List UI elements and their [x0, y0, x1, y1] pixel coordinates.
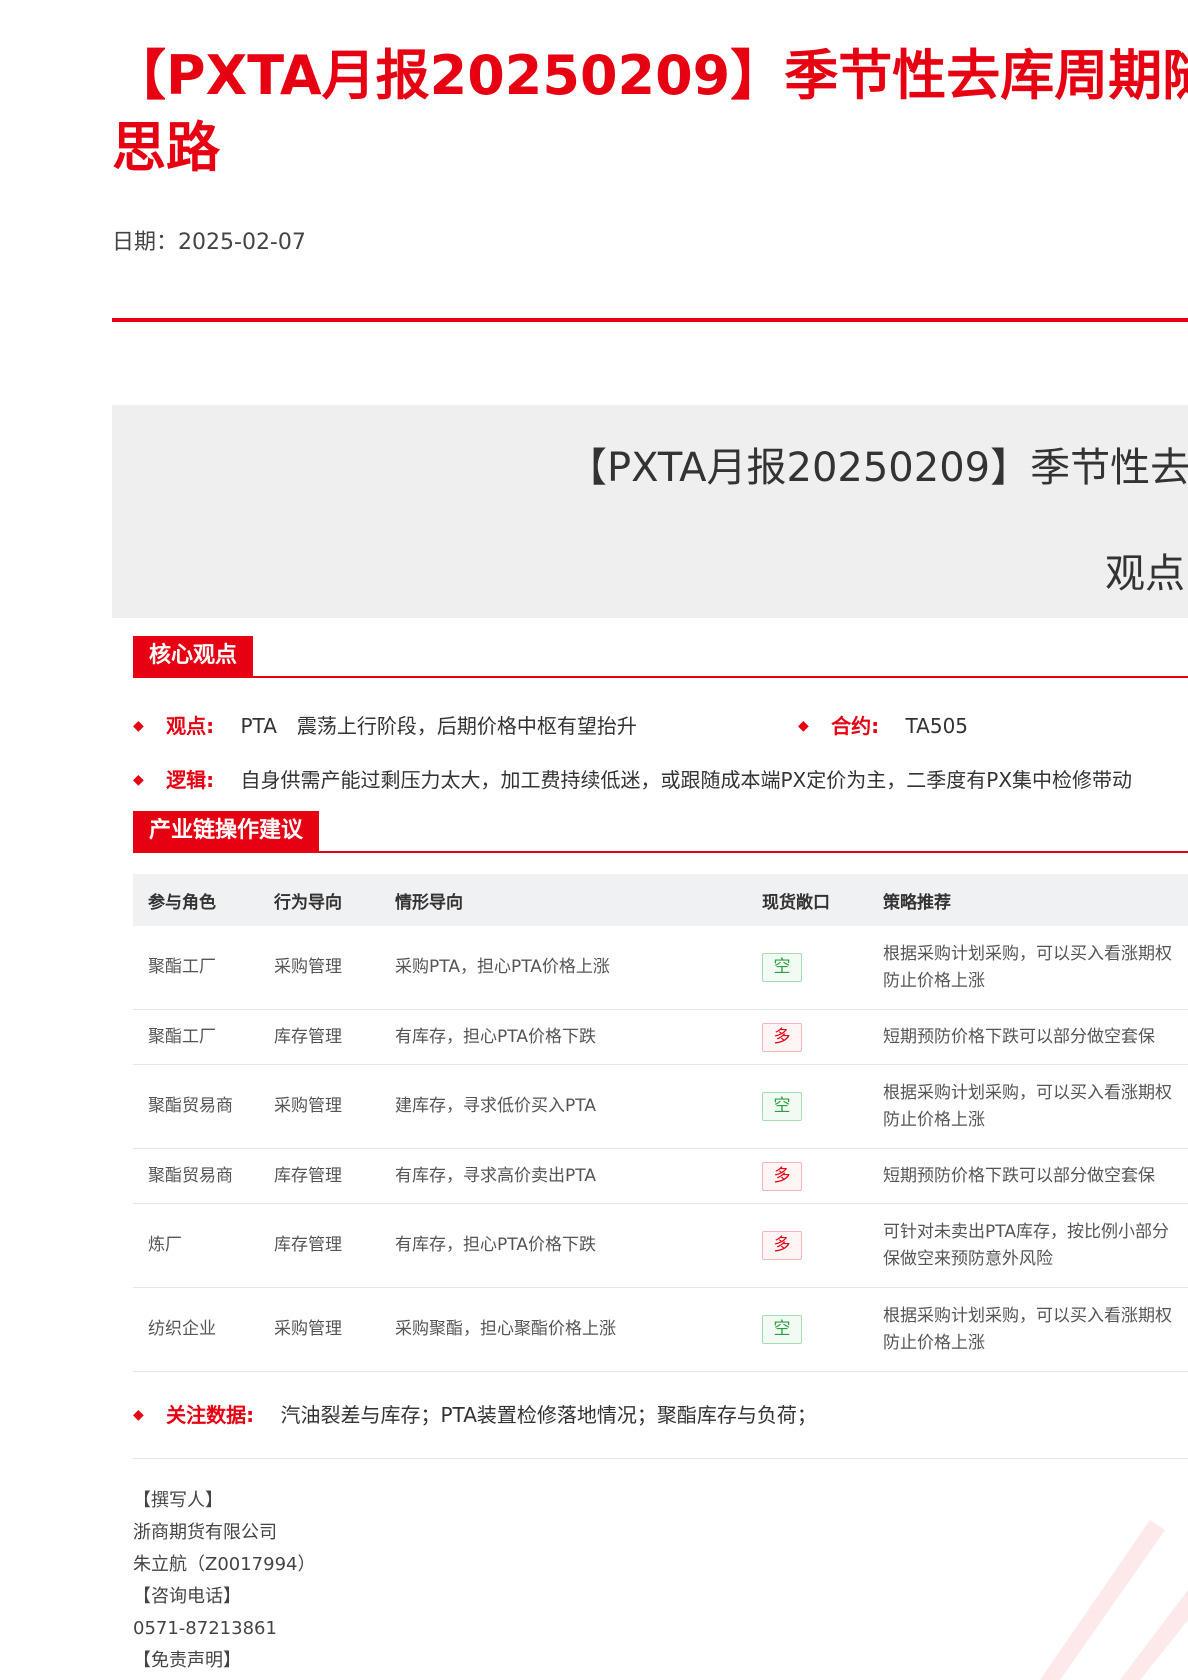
cell-role: 聚酯工厂	[133, 1009, 259, 1065]
view-label: 观点:	[166, 714, 215, 738]
banner-subtitle: 观点	[1105, 551, 1185, 597]
exposure-badge: 空	[762, 953, 802, 982]
view-row: ◆ 观点: PTA 震荡上行阶段，后期价格中枢有望抬升 ◆ 合约: TA505	[133, 710, 1188, 739]
company-name: 浙商期货有限公司	[133, 1522, 277, 1543]
banner-title: 【PXTA月报20250209】季节性去	[567, 445, 1188, 491]
cell-situation: 有库存，担心PTA价格下跌	[380, 1203, 747, 1288]
col-header-behavior: 行为导向	[259, 874, 380, 926]
cell-behavior: 采购管理	[259, 1287, 380, 1372]
cell-behavior: 库存管理	[259, 1009, 380, 1065]
diamond-bullet-icon: ◆	[133, 718, 144, 734]
cell-strategy: 根据采购计划采购，可以买入看涨期权 防止价格上涨	[868, 1064, 1188, 1149]
logic-label: 逻辑:	[166, 768, 215, 792]
exposure-badge: 空	[762, 1315, 802, 1344]
col-header-role: 参与角色	[133, 874, 259, 926]
cell-role: 聚酯贸易商	[133, 1148, 259, 1204]
strategy-line: 根据采购计划采购，可以买入看涨期权	[883, 943, 1172, 964]
strategy-line: 根据采购计划采购，可以买入看涨期权	[883, 1082, 1172, 1103]
cell-role: 聚酯贸易商	[133, 1064, 259, 1149]
cell-situation: 有库存，担心PTA价格下跌	[380, 1009, 747, 1065]
table-row: 聚酯贸易商 库存管理 有库存，寻求高价卖出PTA 多 短期预防价格下跌可以部分做…	[133, 1148, 1188, 1204]
cell-role: 炼厂	[133, 1203, 259, 1288]
page-title-line2: 思路	[112, 116, 220, 179]
ops-tag: 产业链操作建议	[133, 811, 320, 851]
cell-strategy: 可针对未卖出PTA库存，按比例小部分 保做空来预防意外风险	[868, 1203, 1188, 1288]
strategy-line: 可针对未卖出PTA库存，按比例小部分	[883, 1221, 1169, 1242]
cell-behavior: 库存管理	[259, 1203, 380, 1288]
cell-behavior: 采购管理	[259, 926, 380, 1010]
strategy-line: 防止价格上涨	[883, 970, 985, 991]
cell-strategy: 根据采购计划采购，可以买入看涨期权 防止价格上涨	[868, 926, 1188, 1010]
phone-number: 0571-87213861	[133, 1618, 277, 1639]
cell-exposure: 空	[747, 926, 868, 1010]
cell-role: 纺织企业	[133, 1287, 259, 1372]
page-title: 【PXTA月报20250209】季节性去库周期随 思路	[112, 40, 1188, 184]
strategy-line: 防止价格上涨	[883, 1332, 985, 1353]
cell-exposure: 多	[747, 1203, 868, 1288]
cell-situation: 采购聚酯，担心聚酯价格上涨	[380, 1287, 747, 1372]
col-header-situation: 情形导向	[380, 874, 747, 926]
cell-situation: 建库存，寻求低价买入PTA	[380, 1064, 747, 1149]
footer-info: 【撰写人】 浙商期货有限公司 朱立航（Z0017994） 【咨询电话】 0571…	[133, 1485, 316, 1677]
ops-header: 产业链操作建议	[133, 811, 1188, 853]
cell-situation: 有库存，寻求高价卖出PTA	[380, 1148, 747, 1204]
date-label: 日期：	[112, 230, 179, 255]
author-name: 朱立航（Z0017994）	[133, 1554, 316, 1575]
table-row: 炼厂 库存管理 有库存，担心PTA价格下跌 多 可针对未卖出PTA库存，按比例小…	[133, 1203, 1188, 1288]
cell-exposure: 空	[747, 1287, 868, 1372]
footer-divider	[133, 1458, 1188, 1459]
focus-data-row: ◆ 关注数据: 汽油裂差与库存；PTA装置检修落地情况；聚酯库存与负荷；	[133, 1399, 817, 1428]
col-header-exposure: 现货敞口	[747, 874, 868, 926]
exposure-badge: 多	[762, 1231, 802, 1260]
cell-role: 聚酯工厂	[133, 926, 259, 1010]
col-header-strategy: 策略推荐	[868, 874, 1188, 926]
strategy-line: 短期预防价格下跌可以部分做空套保	[883, 1165, 1155, 1186]
table-header-row: 参与角色 行为导向 情形导向 现货敞口 策略推荐	[133, 874, 1188, 926]
cell-exposure: 多	[747, 1148, 868, 1204]
table-row: 聚酯贸易商 采购管理 建库存，寻求低价买入PTA 空 根据采购计划采购，可以买入…	[133, 1064, 1188, 1149]
exposure-badge: 多	[762, 1161, 802, 1191]
cell-behavior: 库存管理	[259, 1148, 380, 1204]
report-banner: 【PXTA月报20250209】季节性去 观点	[112, 405, 1188, 618]
ops-table: 参与角色 行为导向 情形导向 现货敞口 策略推荐 聚酯工厂 采购管理 采购PTA…	[133, 874, 1188, 1372]
table-row: 聚酯工厂 库存管理 有库存，担心PTA价格下跌 多 短期预防价格下跌可以部分做空…	[133, 1009, 1188, 1065]
title-divider	[112, 318, 1188, 322]
logic-value: 自身供需产能过剩压力太大，加工费持续低迷，或跟随成本端PX定价为主，二季度有PX…	[240, 768, 1133, 792]
date-value: 2025-02-07	[178, 230, 306, 255]
cell-strategy: 短期预防价格下跌可以部分做空套保	[868, 1148, 1188, 1204]
focus-label: 关注数据:	[166, 1403, 255, 1427]
watermark-graphic	[1000, 1480, 1188, 1680]
author-header: 【撰写人】	[133, 1490, 223, 1511]
strategy-line: 短期预防价格下跌可以部分做空套保	[883, 1026, 1155, 1047]
contract-value: TA505	[905, 714, 969, 738]
cell-exposure: 空	[747, 1064, 868, 1149]
strategy-line: 根据采购计划采购，可以买入看涨期权	[883, 1305, 1172, 1326]
cell-behavior: 采购管理	[259, 1064, 380, 1149]
cell-exposure: 多	[747, 1009, 868, 1065]
publish-date: 日期：2025-02-07	[112, 224, 306, 256]
cell-strategy: 短期预防价格下跌可以部分做空套保	[868, 1009, 1188, 1065]
core-view-header: 核心观点	[133, 636, 1188, 678]
exposure-badge: 空	[762, 1092, 802, 1121]
cell-strategy: 根据采购计划采购，可以买入看涨期权 防止价格上涨	[868, 1287, 1188, 1372]
core-view-tag: 核心观点	[133, 636, 254, 676]
focus-value: 汽油裂差与库存；PTA装置检修落地情况；聚酯库存与负荷；	[280, 1403, 817, 1427]
diamond-bullet-icon: ◆	[798, 718, 809, 734]
page-title-line1: 【PXTA月报20250209】季节性去库周期随	[112, 44, 1188, 107]
table-row: 聚酯工厂 采购管理 采购PTA，担心PTA价格上涨 空 根据采购计划采购，可以买…	[133, 926, 1188, 1010]
logic-row: ◆ 逻辑: 自身供需产能过剩压力太大，加工费持续低迷，或跟随成本端PX定价为主，…	[133, 764, 1188, 793]
phone-header: 【咨询电话】	[133, 1586, 241, 1607]
diamond-bullet-icon: ◆	[133, 772, 144, 788]
strategy-line: 防止价格上涨	[883, 1109, 985, 1130]
cell-situation: 采购PTA，担心PTA价格上涨	[380, 926, 747, 1010]
contract-item: ◆ 合约: TA505	[798, 710, 968, 739]
exposure-badge: 多	[762, 1022, 802, 1052]
table-row: 纺织企业 采购管理 采购聚酯，担心聚酯价格上涨 空 根据采购计划采购，可以买入看…	[133, 1287, 1188, 1372]
contract-label: 合约:	[831, 714, 880, 738]
view-value: PTA 震荡上行阶段，后期价格中枢有望抬升	[240, 714, 637, 738]
strategy-line: 保做空来预防意外风险	[883, 1248, 1053, 1269]
disclaimer-header: 【免责声明】	[133, 1650, 241, 1671]
diamond-bullet-icon: ◆	[133, 1407, 144, 1423]
